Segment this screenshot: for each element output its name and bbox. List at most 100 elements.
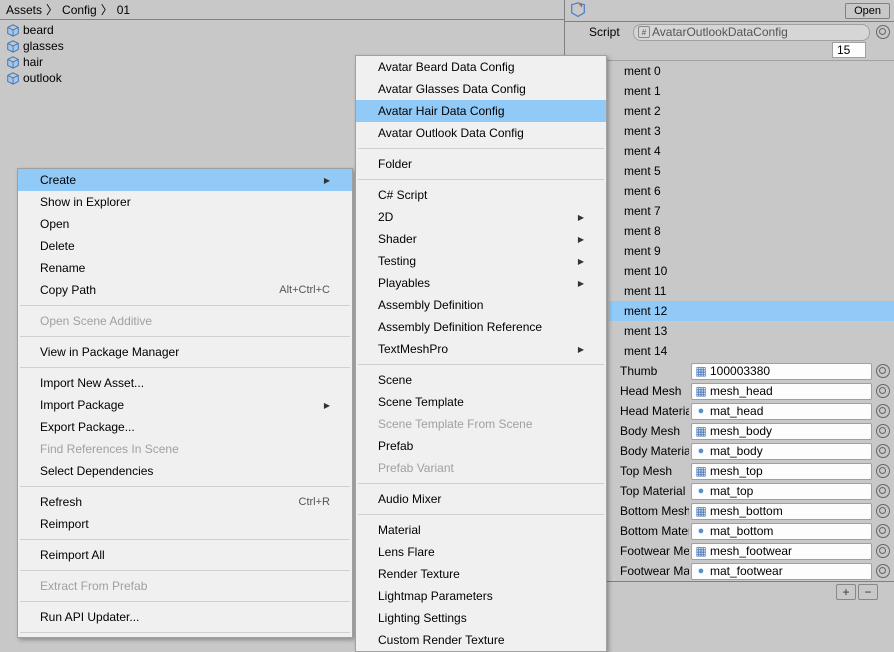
menu-item-label: Lens Flare (378, 545, 435, 559)
object-field[interactable]: mesh_footwear (691, 543, 872, 560)
menu-item[interactable]: Folder (356, 153, 606, 175)
menu-item[interactable]: Lightmap Parameters (356, 585, 606, 607)
scriptableobject-icon (6, 55, 20, 69)
open-button[interactable]: Open (845, 3, 890, 19)
menu-item-label: Rename (40, 261, 85, 275)
object-field[interactable]: mat_head (691, 403, 872, 420)
object-picker-icon[interactable] (876, 524, 890, 538)
menu-item[interactable]: Avatar Beard Data Config (356, 56, 606, 78)
menu-item[interactable]: Select Dependencies (18, 460, 352, 482)
object-picker-icon[interactable] (876, 564, 890, 578)
script-object-field[interactable]: # AvatarOutlookDataConfig (633, 24, 870, 41)
menu-item[interactable]: Lighting Settings (356, 607, 606, 629)
menu-item[interactable]: Reimport (18, 513, 352, 535)
object-picker-icon[interactable] (876, 25, 890, 39)
menu-item[interactable]: Audio Mixer (356, 488, 606, 510)
menu-item[interactable]: View in Package Manager (18, 341, 352, 363)
object-field[interactable]: 100003380 (691, 363, 872, 380)
element-row[interactable]: ment 2 (565, 101, 894, 121)
menu-item[interactable]: Playables (356, 272, 606, 294)
object-picker-icon[interactable] (876, 384, 890, 398)
menu-item[interactable]: Prefab (356, 435, 606, 457)
element-row[interactable]: ment 14 (565, 341, 894, 361)
menu-item[interactable]: Import New Asset... (18, 372, 352, 394)
object-picker-icon[interactable] (876, 444, 890, 458)
bc-part[interactable]: Config (62, 3, 97, 17)
menu-item[interactable]: Assembly Definition (356, 294, 606, 316)
menu-item[interactable]: Export Package... (18, 416, 352, 438)
menu-item[interactable]: C# Script (356, 184, 606, 206)
object-picker-icon[interactable] (876, 544, 890, 558)
menu-item-label: Render Texture (378, 567, 460, 581)
element-row[interactable]: ment 7 (565, 201, 894, 221)
context-menu-create[interactable]: Avatar Beard Data ConfigAvatar Glasses D… (355, 55, 607, 652)
menu-item[interactable]: Reimport All (18, 544, 352, 566)
menu-item[interactable]: Show in Explorer (18, 191, 352, 213)
bc-part[interactable]: Assets (6, 3, 42, 17)
element-row[interactable]: ment 10 (565, 261, 894, 281)
menu-item[interactable]: TextMeshPro (356, 338, 606, 360)
object-field[interactable]: mat_bottom (691, 523, 872, 540)
object-field[interactable]: mesh_body (691, 423, 872, 440)
asset-item[interactable]: glasses (0, 38, 564, 54)
asset-item[interactable]: beard (0, 22, 564, 38)
breadcrumb[interactable]: Assets 〉 Config 〉 01 (0, 0, 564, 20)
menu-item-label: Audio Mixer (378, 492, 441, 506)
element-row[interactable]: ment 12 (565, 301, 894, 321)
property-row: Footwear Memesh_footwear (565, 541, 894, 561)
menu-item[interactable]: Import Package (18, 394, 352, 416)
element-row[interactable]: ment 13 (565, 321, 894, 341)
submenu-arrow-icon (324, 400, 330, 411)
menu-item[interactable]: Run API Updater... (18, 606, 352, 628)
menu-item[interactable]: 2D (356, 206, 606, 228)
menu-item[interactable]: Scene (356, 369, 606, 391)
bc-part[interactable]: 01 (117, 3, 130, 17)
menu-item[interactable]: Create (18, 169, 352, 191)
object-field[interactable]: mat_top (691, 483, 872, 500)
element-row[interactable]: ment 5 (565, 161, 894, 181)
element-row[interactable]: ment 0 (565, 61, 894, 81)
object-field[interactable]: mat_body (691, 443, 872, 460)
object-picker-icon[interactable] (876, 424, 890, 438)
menu-item-label: Folder (378, 157, 412, 171)
menu-item[interactable]: Open (18, 213, 352, 235)
object-picker-icon[interactable] (876, 404, 890, 418)
menu-item[interactable]: RefreshCtrl+R (18, 491, 352, 513)
element-row[interactable]: ment 8 (565, 221, 894, 241)
menu-item[interactable]: Testing (356, 250, 606, 272)
menu-item[interactable]: Copy PathAlt+Ctrl+C (18, 279, 352, 301)
object-picker-icon[interactable] (876, 464, 890, 478)
object-field[interactable]: mesh_top (691, 463, 872, 480)
elements-list[interactable]: ment 0ment 1ment 2ment 3ment 4ment 5ment… (565, 60, 894, 361)
array-size-field[interactable]: 15 (832, 42, 866, 58)
element-row[interactable]: ment 9 (565, 241, 894, 261)
menu-item[interactable]: Shader (356, 228, 606, 250)
menu-item[interactable]: Lens Flare (356, 541, 606, 563)
mesh-icon (695, 505, 707, 517)
object-field[interactable]: mesh_head (691, 383, 872, 400)
object-picker-icon[interactable] (876, 364, 890, 378)
add-element-button[interactable]: + (836, 584, 856, 600)
menu-item[interactable]: Material (356, 519, 606, 541)
menu-item[interactable]: Custom Render Texture (356, 629, 606, 651)
object-field[interactable]: mesh_bottom (691, 503, 872, 520)
context-menu-primary[interactable]: CreateShow in ExplorerOpenDelete Rename Co… (17, 168, 353, 638)
menu-item[interactable]: Avatar Glasses Data Config (356, 78, 606, 100)
element-row[interactable]: ment 11 (565, 281, 894, 301)
element-row[interactable]: ment 1 (565, 81, 894, 101)
menu-item[interactable]: Rename (18, 257, 352, 279)
object-picker-icon[interactable] (876, 504, 890, 518)
mesh-icon (695, 385, 707, 397)
object-picker-icon[interactable] (876, 484, 890, 498)
menu-item[interactable]: Delete (18, 235, 352, 257)
object-field[interactable]: mat_footwear (691, 563, 872, 580)
menu-item[interactable]: Scene Template (356, 391, 606, 413)
remove-element-button[interactable]: − (858, 584, 878, 600)
menu-item[interactable]: Render Texture (356, 563, 606, 585)
element-row[interactable]: ment 4 (565, 141, 894, 161)
menu-item[interactable]: Avatar Hair Data Config (356, 100, 606, 122)
menu-item[interactable]: Assembly Definition Reference (356, 316, 606, 338)
element-row[interactable]: ment 6 (565, 181, 894, 201)
menu-item[interactable]: Avatar Outlook Data Config (356, 122, 606, 144)
element-row[interactable]: ment 3 (565, 121, 894, 141)
